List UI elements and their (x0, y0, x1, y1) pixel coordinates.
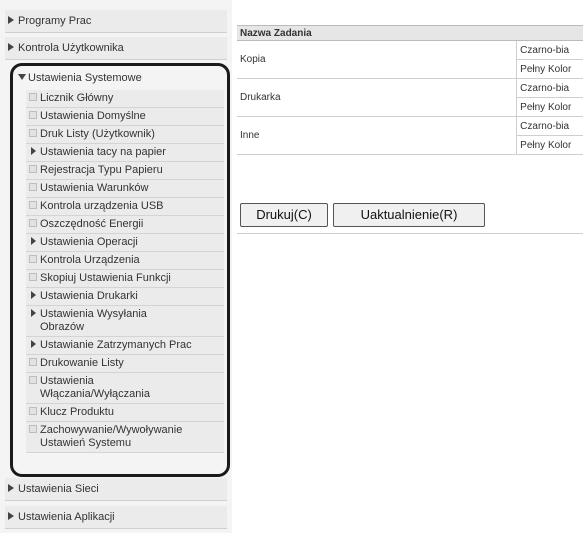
mode-cell: Czarno-bia (516, 78, 583, 98)
square-bullet-icon (29, 273, 37, 282)
mode-cell: Czarno-bia (516, 116, 583, 136)
table-row: Kopia Czarno-bia (237, 40, 583, 79)
submenu-item-label: Drukowanie Listy (40, 357, 124, 369)
submenu-item-druk-listy[interactable]: Druk Listy (Użytkownik) (26, 126, 224, 144)
arrow-right-icon (31, 237, 36, 246)
table-header-row: Nazwa Zadania (237, 25, 583, 41)
update-button[interactable]: Uaktualnienie(R) (333, 203, 485, 227)
submenu-item-label: Ustawienia (40, 375, 94, 387)
arrow-right-icon (31, 309, 36, 318)
mode-cell: Pełny Kolor (516, 97, 583, 117)
submenu-item-label: Ustawienia Wysyłania (40, 308, 147, 320)
arrow-right-icon (31, 340, 36, 349)
sidebar: Programy Prac Kontrola Użytkownika Ustaw… (0, 0, 232, 533)
submenu-item-label: Ustawienia tacy na papier (40, 146, 166, 158)
sidebar-item-label: Programy Prac (18, 15, 92, 27)
submenu-item-wlaczania-wylaczania[interactable]: Ustawienia Włączania/Wyłączania (26, 373, 224, 404)
submenu-item-label-line2: Włączania/Wyłączania (40, 388, 150, 400)
table-row: Inne Czarno-bia (237, 116, 583, 155)
sidebar-item-label: Ustawienia Aplikacji (18, 511, 115, 523)
square-bullet-icon (29, 201, 37, 210)
arrow-right-icon (8, 16, 14, 25)
divider (237, 233, 583, 234)
arrow-right-icon (8, 512, 14, 521)
square-bullet-icon (29, 129, 37, 138)
submenu-item-label: Ustawienia Warunków (40, 182, 149, 194)
submenu-item-ustawienia-operacji[interactable]: Ustawienia Operacji (26, 234, 224, 252)
submenu-item-zachowywanie-wywolywanie[interactable]: Zachowywanie/Wywoływanie Ustawień Systemu (26, 422, 224, 453)
job-counter-table: Nazwa Zadania Kopia Czarno-bia Pełny Kol… (237, 25, 583, 155)
submenu-item-ustawienia-wysylania[interactable]: Ustawienia Wysyłania Obrazów (26, 306, 224, 337)
arrow-right-icon (8, 484, 14, 493)
submenu-item-label: Ustawianie Zatrzymanych Prac (40, 339, 192, 351)
arrow-right-icon (8, 43, 14, 52)
category-cell: Drukarka (237, 78, 518, 117)
print-button[interactable]: Drukuj(C) (240, 203, 328, 227)
square-bullet-icon (29, 93, 37, 102)
submenu-item-label: Ustawienia Operacji (40, 236, 138, 248)
mode-cell: Pełny Kolor (516, 135, 583, 155)
square-bullet-icon (29, 407, 37, 416)
submenu-item-oszczednosc-energii[interactable]: Oszczędność Energii (26, 216, 224, 234)
square-bullet-icon (29, 111, 37, 120)
arrow-right-icon (31, 291, 36, 300)
square-bullet-icon (29, 219, 37, 228)
table-row: Drukarka Czarno-bia (237, 78, 583, 117)
system-settings-submenu: Licznik Główny Ustawienia Domyślne Druk … (13, 90, 227, 453)
square-bullet-icon (29, 358, 37, 367)
submenu-item-skopiuj-ustawienia[interactable]: Skopiuj Ustawienia Funkcji (26, 270, 224, 288)
square-bullet-icon (29, 183, 37, 192)
category-cell: Kopia (237, 40, 518, 79)
submenu-item-label: Kontrola urządzenia USB (40, 200, 164, 212)
sidebar-item-ustawienia-sieci[interactable]: Ustawienia Sieci (5, 478, 227, 501)
table-header: Nazwa Zadania (237, 25, 583, 41)
sidebar-item-label: Kontrola Użytkownika (18, 42, 124, 54)
sidebar-item-ustawienia-aplikacji[interactable]: Ustawienia Aplikacji (5, 506, 227, 529)
submenu-item-label: Ustawienia Drukarki (40, 290, 138, 302)
square-bullet-icon (29, 425, 37, 434)
mode-cell: Czarno-bia (516, 40, 583, 60)
arrow-right-icon (31, 147, 36, 156)
submenu-item-ustawienia-tacy[interactable]: Ustawienia tacy na papier (26, 144, 224, 162)
submenu-item-label: Druk Listy (Użytkownik) (40, 128, 155, 140)
submenu-item-label-line2: Ustawień Systemu (40, 437, 132, 449)
submenu-item-label: Klucz Produktu (40, 406, 114, 418)
submenu-item-kontrola-urzadzenia[interactable]: Kontrola Urządzenia (26, 252, 224, 270)
square-bullet-icon (29, 165, 37, 174)
content-area (232, 236, 583, 533)
sidebar-item-kontrola-uzytkownika[interactable]: Kontrola Użytkownika (5, 37, 227, 60)
system-settings-group: Ustawienia Systemowe Licznik Główny Usta… (10, 63, 230, 477)
main-panel: Nazwa Zadania Kopia Czarno-bia Pełny Kol… (232, 0, 583, 533)
category-cell: Inne (237, 116, 518, 155)
sidebar-item-label: Ustawienia Systemowe (28, 72, 142, 84)
submenu-item-label: Kontrola Urządzenia (40, 254, 140, 266)
submenu-item-ustawienia-warunkow[interactable]: Ustawienia Warunków (26, 180, 224, 198)
square-bullet-icon (29, 255, 37, 264)
submenu-item-label: Skopiuj Ustawienia Funkcji (40, 272, 171, 284)
submenu-item-licznik-glowny[interactable]: Licznik Główny (26, 90, 224, 108)
submenu-item-label-line2: Obrazów (40, 321, 85, 333)
submenu-item-drukowanie-listy[interactable]: Drukowanie Listy (26, 355, 224, 373)
submenu-item-klucz-produktu[interactable]: Klucz Produktu (26, 404, 224, 422)
submenu-item-label: Rejestracja Typu Papieru (40, 164, 163, 176)
submenu-item-ustawienia-drukarki[interactable]: Ustawienia Drukarki (26, 288, 224, 306)
submenu-item-label: Ustawienia Domyślne (40, 110, 146, 122)
submenu-item-rejestracja-typu-papieru[interactable]: Rejestracja Typu Papieru (26, 162, 224, 180)
sidebar-item-label: Ustawienia Sieci (18, 483, 99, 495)
submenu-item-zatrzymane-prace[interactable]: Ustawianie Zatrzymanych Prac (26, 337, 224, 355)
submenu-item-ustawienia-domyslne[interactable]: Ustawienia Domyślne (26, 108, 224, 126)
mode-cell: Pełny Kolor (516, 59, 583, 79)
submenu-item-label: Oszczędność Energii (40, 218, 144, 230)
sidebar-item-programy-prac[interactable]: Programy Prac (5, 10, 227, 33)
sidebar-item-ustawienia-systemowe[interactable]: Ustawienia Systemowe (13, 66, 227, 90)
submenu-item-label: Zachowywanie/Wywoływanie (40, 424, 183, 436)
arrow-down-icon (18, 74, 26, 81)
submenu-item-label: Licznik Główny (40, 92, 114, 104)
submenu-item-kontrola-usb[interactable]: Kontrola urządzenia USB (26, 198, 224, 216)
square-bullet-icon (29, 376, 37, 385)
